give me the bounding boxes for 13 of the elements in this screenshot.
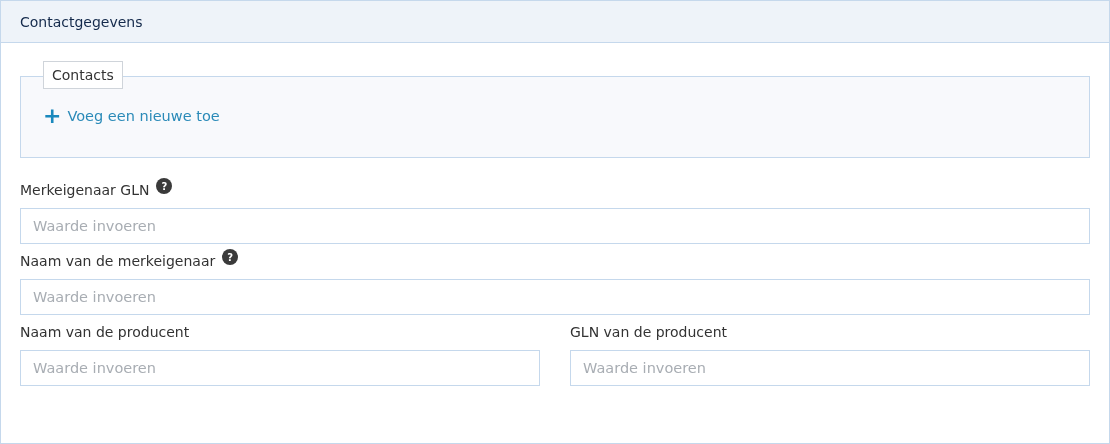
field-label: GLN van de producent	[570, 324, 728, 340]
input-field[interactable]: Waarde invoeren	[570, 350, 1090, 386]
field-label: Naam van de merkeigenaar	[20, 253, 216, 269]
input-field[interactable]: Waarde invoeren	[20, 208, 1090, 244]
add-new-link[interactable]: + Voeg een nieuwe toe	[43, 105, 220, 127]
input-field[interactable]: Waarde invoeren	[20, 350, 540, 386]
panel-title: Contactgegevens	[20, 13, 143, 30]
field-label: Merkeigenaar GLN	[20, 182, 150, 198]
input-field[interactable]: Waarde invoeren	[20, 279, 1090, 315]
field-label: Naam van de producent	[20, 324, 190, 340]
help-icon[interactable]: ?	[156, 178, 173, 194]
help-icon[interactable]: ?	[222, 249, 239, 265]
group-legend: Contacts	[43, 61, 123, 89]
